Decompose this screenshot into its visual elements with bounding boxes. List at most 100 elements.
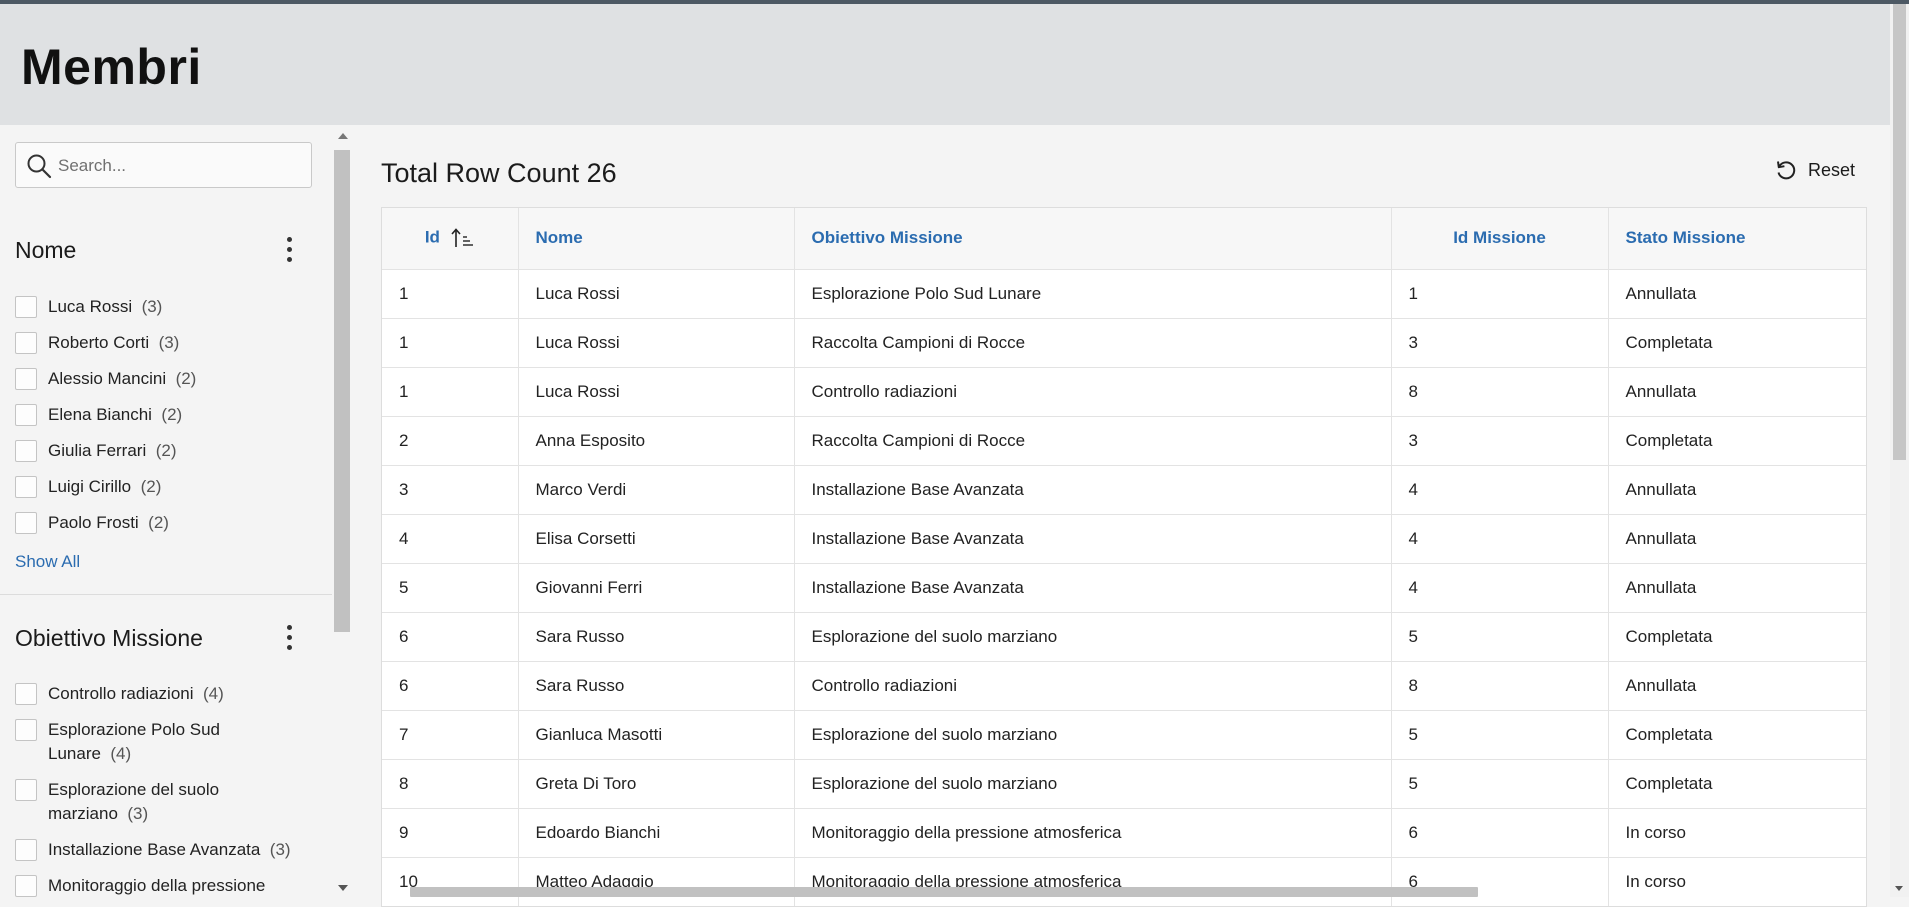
cell-id-missione: 6 [1391,808,1609,858]
facet-divider [0,594,332,595]
cell-nome: Elisa Corsetti [518,514,795,564]
facet-option[interactable]: Giulia Ferrari (2) [15,439,176,463]
scrollbar-thumb[interactable] [334,150,350,632]
cell-nome: Greta Di Toro [518,759,795,809]
reset-label: Reset [1808,159,1856,180]
cell-stato-missione: In corso [1608,808,1866,858]
checkbox[interactable] [15,779,37,801]
page-scrollbar[interactable] [1890,4,1909,897]
scroll-down-arrow-icon[interactable] [1895,886,1903,891]
checkbox[interactable] [15,440,37,462]
cell-obiettivo-missione: Esplorazione del suolo marziano [794,759,1392,809]
cell-id-missione: 5 [1391,612,1609,662]
cell-id-missione: 8 [1391,367,1609,417]
cell-nome: Edoardo Bianchi [518,808,795,858]
facet-option[interactable]: Esplorazione Polo Sud Lunare (4) [15,718,235,766]
cell-id-missione: 3 [1391,416,1609,466]
cell-stato-missione: Completata [1608,612,1866,662]
cell-obiettivo-missione: Esplorazione del suolo marziano [794,612,1392,662]
checkbox[interactable] [15,683,37,705]
cell-stato-missione: Completata [1608,759,1866,809]
page-title: Membri [21,39,202,95]
table-row: 1 Luca Rossi Raccolta Campioni di Rocce 3 Co… [382,318,1866,368]
cell-obiettivo-missione: Controllo radiazioni [794,661,1392,711]
table-row: 1 Luca Rossi Controllo radiazioni 8 Annullat… [382,367,1866,417]
search-box[interactable] [15,142,312,188]
reset-button[interactable]: Reset [1774,158,1855,182]
facet-option[interactable]: Paolo Frosti (2) [15,511,169,535]
cell-nome: Sara Russo [518,612,795,662]
column-header-stato-missione[interactable]: Stato Missione [1608,208,1866,270]
cell-id-missione: 4 [1391,465,1609,515]
cell-obiettivo-missione: Raccolta Campioni di Rocce [794,318,1392,368]
facet-title-nome: Nome [15,237,77,263]
sort-ascending-icon [451,228,473,248]
cell-id: 1 [382,318,519,368]
scroll-up-arrow-icon[interactable] [338,133,348,139]
facet-option[interactable]: Alessio Mancini (2) [15,367,196,391]
facet-option-label: Elena Bianchi [48,405,152,424]
facet-option-count: (2) [161,405,183,424]
column-header-id[interactable]: Id [382,208,519,270]
column-header-id-missione[interactable]: Id Missione [1391,208,1609,270]
column-header-obiettivo-missione[interactable]: Obiettivo Missione [794,208,1392,270]
checkbox[interactable] [15,512,37,534]
cell-nome: Anna Esposito [518,416,795,466]
facet-option[interactable]: Luigi Cirillo (2) [15,475,161,499]
facet-option[interactable]: Controllo radiazioni (4) [15,682,224,706]
page-scrollbar-thumb[interactable] [1893,4,1906,460]
checkbox[interactable] [15,719,37,741]
facet-option-label: Monitoraggio della pressione [48,876,266,895]
cell-id: 3 [382,465,519,515]
cell-id-missione: 8 [1391,661,1609,711]
search-input[interactable] [56,151,305,181]
facet-option-count: (4) [110,744,132,763]
facet-option-count: (3) [158,333,180,352]
cell-id: 2 [382,416,519,466]
checkbox[interactable] [15,476,37,498]
checkbox[interactable] [15,332,37,354]
checkbox[interactable] [15,839,37,861]
facet-option[interactable]: Esplorazione del suolo marziano (3) [15,778,235,826]
facet-nome-menu-icon[interactable] [280,234,300,266]
cell-id-missione: 4 [1391,514,1609,564]
facet-option-label: Alessio Mancini [48,369,167,388]
cell-obiettivo-missione: Installazione Base Avanzata [794,514,1392,564]
cell-obiettivo-missione: Monitoraggio della pressione atmosferica [794,808,1392,858]
table-row: 6 Sara Russo Esplorazione del suolo marzia… [382,612,1866,662]
page-header: Membri [0,4,1890,125]
show-all-link[interactable]: Show All [15,552,80,572]
facet-option[interactable]: Luca Rossi (3) [15,295,162,319]
table-row: 4 Elisa Corsetti Installazione Base Avanza… [382,514,1866,564]
facet-option[interactable]: Installazione Base Avanzata (3) [15,838,291,862]
cell-nome: Luca Rossi [518,269,795,319]
checkbox[interactable] [15,368,37,390]
cell-id: 1 [382,269,519,319]
table-header-row: Id Nome Obiettivo Missione Id Missione S… [382,208,1866,270]
column-header-nome[interactable]: Nome [518,208,795,270]
cell-stato-missione: Annullata [1608,367,1866,417]
cell-id: 6 [382,612,519,662]
checkbox[interactable] [15,404,37,426]
cell-nome: Marco Verdi [518,465,795,515]
facet-option-count: (3) [127,804,149,823]
cell-id: 9 [382,808,519,858]
sidebar-scrollbar[interactable] [332,125,354,897]
facet-obiettivo-menu-icon[interactable] [280,622,300,654]
report-region: Total Row Count 26 Reset Id Nome Obietti… [354,125,1890,907]
cell-obiettivo-missione: Esplorazione Polo Sud Lunare [794,269,1392,319]
cell-id: 8 [382,759,519,809]
facet-option[interactable]: Elena Bianchi (2) [15,403,182,427]
checkbox[interactable] [15,875,37,897]
cell-id-missione: 6 [1391,857,1609,906]
facet-option[interactable]: Monitoraggio della pressione [15,874,265,897]
cell-nome: Giovanni Ferri [518,563,795,613]
facet-option[interactable]: Roberto Corti (3) [15,331,179,355]
scroll-down-arrow-icon[interactable] [338,885,348,891]
checkbox[interactable] [15,296,37,318]
horizontal-scrollbar-thumb[interactable] [410,887,1478,897]
cell-stato-missione: In corso [1608,857,1866,906]
facet-option-count: (2) [175,369,197,388]
cell-id-missione: 5 [1391,759,1609,809]
facet-option-label: Luca Rossi [48,297,133,316]
